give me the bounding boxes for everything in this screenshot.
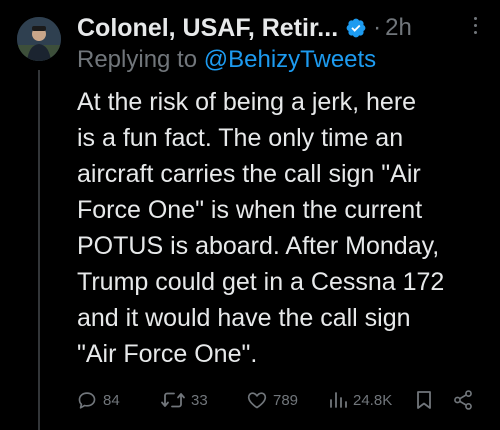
reply-icon	[76, 389, 98, 411]
bookmark-button[interactable]	[415, 386, 433, 414]
repost-icon	[160, 389, 186, 411]
reply-count: 84	[103, 391, 120, 409]
verified-badge-icon[interactable]	[345, 17, 367, 39]
reply-button[interactable]: 84	[76, 386, 120, 414]
tweet-header: Colonel, USAF, Retir... · 2h	[77, 11, 489, 45]
replying-prefix: Replying to	[77, 46, 198, 73]
heart-icon	[246, 389, 268, 411]
views-button[interactable]: 24.8K	[328, 386, 392, 414]
like-button[interactable]: 789	[246, 386, 298, 414]
avatar[interactable]	[17, 17, 61, 61]
separator-dot: ·	[373, 14, 382, 41]
tweet-actions: 84 33 789 24.8K	[76, 386, 496, 414]
tweet-text: At the risk of being a jerk, here is a f…	[77, 88, 445, 368]
share-button[interactable]	[452, 386, 474, 414]
views-count: 24.8K	[353, 391, 393, 409]
repost-button[interactable]: 33	[160, 386, 208, 414]
bookmark-icon	[415, 389, 433, 411]
views-icon	[328, 389, 348, 411]
like-count: 789	[273, 391, 299, 409]
replying-handle-link[interactable]: @BehizyTweets	[204, 46, 376, 73]
replying-to: Replying to @BehizyTweets	[77, 46, 376, 74]
timestamp[interactable]: 2h	[385, 14, 412, 42]
more-options-icon[interactable]	[474, 17, 477, 34]
tweet[interactable]: Colonel, USAF, Retir... · 2h Replying to…	[0, 0, 500, 430]
display-name[interactable]: Colonel, USAF, Retir...	[77, 14, 338, 43]
thread-line	[38, 70, 40, 430]
share-icon	[452, 389, 474, 411]
repost-count: 33	[191, 391, 208, 409]
